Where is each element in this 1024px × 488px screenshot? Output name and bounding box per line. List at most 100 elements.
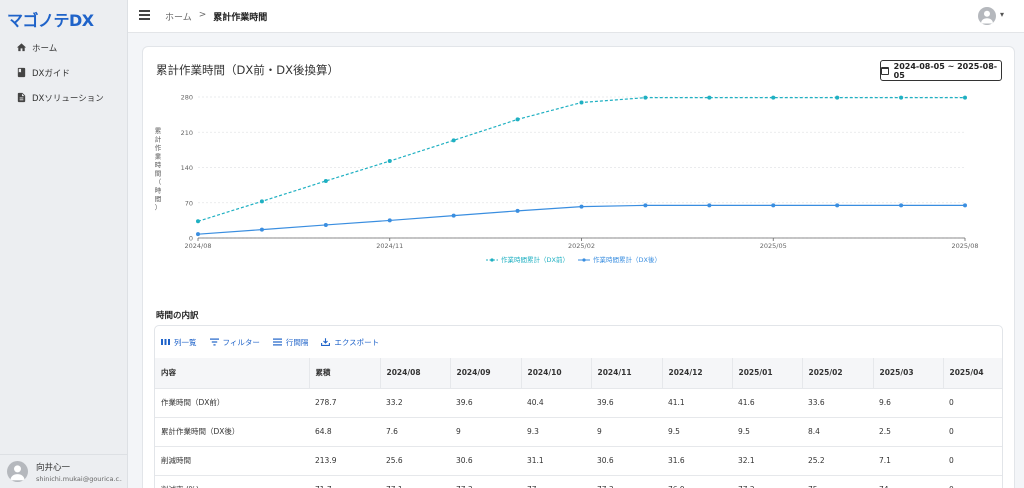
sidebar-item-dx-solution[interactable]: DXソリューション xyxy=(0,85,128,110)
table-cell: 2.5 xyxy=(873,416,943,446)
cumulative-time-card: 累計作業時間（DX前・DX後換算） 2024-08-05 ~ 2025-08-0… xyxy=(142,46,1015,488)
data-point xyxy=(323,222,328,227)
column-header[interactable]: 2025/03 xyxy=(873,358,944,388)
account-avatar[interactable] xyxy=(978,7,996,25)
column-header[interactable]: 2024/08 xyxy=(380,358,451,388)
export-button[interactable]: エクスポート xyxy=(321,337,379,348)
data-point xyxy=(259,227,264,232)
avatar xyxy=(7,461,28,482)
column-header[interactable]: 2024/10 xyxy=(521,358,592,388)
table-cell: 213.9 xyxy=(309,445,380,475)
breakdown-grid: 列一覧 フィルター 行間隔 エクスポート 内容 累積 2024/08 2024/… xyxy=(154,325,1003,488)
y-axis-label-char: 累 xyxy=(155,127,162,135)
table-cell: 74 xyxy=(873,474,943,488)
user-name: 向井心一 xyxy=(36,462,71,473)
data-point xyxy=(387,159,392,164)
data-point xyxy=(643,203,648,208)
table-cell: 31.6 xyxy=(662,445,732,475)
table-cell: 278.7 xyxy=(309,387,380,417)
data-point xyxy=(323,178,328,183)
column-header[interactable]: 2025/04 xyxy=(943,358,1002,388)
data-point xyxy=(451,213,456,218)
export-icon xyxy=(321,338,331,346)
book-icon xyxy=(16,67,27,78)
person-icon xyxy=(981,10,993,24)
data-point xyxy=(707,203,712,208)
y-axis-label-char: 業 xyxy=(155,152,162,161)
y-tick-label: 280 xyxy=(181,94,193,102)
column-header[interactable]: 内容 xyxy=(155,358,310,388)
table-cell: 77.1 xyxy=(380,474,450,488)
column-header[interactable]: 2024/12 xyxy=(662,358,733,388)
table-row[interactable]: 作業時間（DX前） 278.7 33.2 39.6 40.4 39.6 41.1… xyxy=(155,387,1002,417)
columns-button[interactable]: 列一覧 xyxy=(161,337,197,348)
breakdown-table: 内容 累積 2024/08 2024/09 2024/10 2024/11 20… xyxy=(155,358,1002,488)
table-cell: 40.4 xyxy=(521,387,591,417)
table-cell: 31.1 xyxy=(521,445,591,475)
data-point xyxy=(963,203,967,208)
y-axis-label-char: ） xyxy=(155,204,162,212)
table-cell: 0 xyxy=(943,416,1002,446)
person-icon xyxy=(10,465,25,481)
y-axis-label-char: 計 xyxy=(155,135,162,144)
filter-label: フィルター xyxy=(222,337,260,347)
table-cell: 77.3 xyxy=(450,474,521,488)
table-cell: 9 xyxy=(591,416,662,446)
sidebar-item-home[interactable]: ホーム xyxy=(0,35,128,60)
data-point xyxy=(643,95,648,100)
sidebar-nav: ホーム DXガイド DXソリューション xyxy=(0,35,128,110)
table-row[interactable]: 累計作業時間（DX後） 64.8 7.6 9 9.3 9 9.5 9.5 8.4… xyxy=(155,416,1002,446)
data-point xyxy=(579,204,584,209)
menu-icon[interactable] xyxy=(139,10,150,22)
x-tick-label: 2025/08 xyxy=(951,242,978,250)
table-cell: 9 xyxy=(450,416,521,446)
app-logo[interactable]: マゴノテDX xyxy=(7,7,94,31)
table-cell: 8.4 xyxy=(802,416,873,446)
breakdown-title: 時間の内訳 xyxy=(156,311,199,321)
table-cell: 9.5 xyxy=(662,416,732,446)
column-header[interactable]: 2024/11 xyxy=(591,358,663,388)
breadcrumb-home[interactable]: ホーム xyxy=(165,10,192,23)
column-header[interactable]: 2025/02 xyxy=(802,358,874,388)
series-line-1 xyxy=(197,204,965,235)
table-cell: 7.6 xyxy=(380,416,450,446)
table-cell: 0 xyxy=(943,387,1002,417)
table-cell: 25.2 xyxy=(802,445,873,475)
data-point xyxy=(835,203,840,208)
density-icon xyxy=(272,338,282,346)
calendar-icon xyxy=(881,66,889,75)
table-cell: 0 xyxy=(943,445,1002,475)
table-cell: 32.1 xyxy=(732,445,802,475)
user-email: shinichi.mukai@gourica.c... xyxy=(36,474,122,483)
breadcrumb-separator: > xyxy=(198,10,207,20)
breadcrumb-current: 累計作業時間 xyxy=(213,13,268,23)
column-header[interactable]: 2024/09 xyxy=(450,358,522,388)
table-cell: 76.9 xyxy=(662,474,732,488)
sidebar-item-dx-guide[interactable]: DXガイド xyxy=(0,60,128,85)
table-row[interactable]: 削減率 (%) 71.7 77.1 77.3 77 77.3 76.9 77.2… xyxy=(155,474,1002,488)
table-cell: 25.6 xyxy=(380,445,450,475)
home-icon xyxy=(16,42,27,53)
sidebar-item-label: DXガイド xyxy=(32,68,70,79)
table-cell: 9.5 xyxy=(732,416,802,446)
table-cell: 64.8 xyxy=(309,416,380,446)
column-header[interactable]: 2025/01 xyxy=(732,358,803,388)
data-point xyxy=(771,95,776,100)
series-line-0 xyxy=(197,97,965,222)
data-point xyxy=(451,138,456,143)
chevron-down-icon[interactable]: ▾ xyxy=(1000,10,1004,19)
table-row[interactable]: 削減時間 213.9 25.6 30.6 31.1 30.6 31.6 32.1… xyxy=(155,445,1002,475)
data-point xyxy=(835,95,840,100)
date-range-button[interactable]: 2024-08-05 ~ 2025-08-05 xyxy=(880,60,1002,81)
data-point xyxy=(196,232,200,237)
x-tick-label: 2025/02 xyxy=(568,242,595,250)
column-header[interactable]: 累積 xyxy=(309,358,381,388)
density-button[interactable]: 行間隔 xyxy=(272,337,308,348)
filter-button[interactable]: フィルター xyxy=(209,337,260,348)
user-profile[interactable]: 向井心一 shinichi.mukai@gourica.c... xyxy=(0,454,128,488)
sidebar-item-label: ホーム xyxy=(32,43,58,54)
export-label: エクスポート xyxy=(334,337,380,347)
legend-marker xyxy=(490,258,494,262)
breadcrumb: ホーム > 累計作業時間 xyxy=(165,10,267,23)
data-point xyxy=(259,199,264,204)
